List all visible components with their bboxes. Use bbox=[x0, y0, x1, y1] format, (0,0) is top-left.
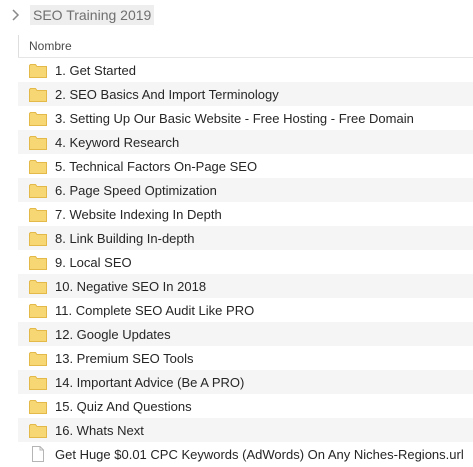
folder-icon bbox=[29, 278, 47, 294]
item-label: 7. Website Indexing In Depth bbox=[55, 206, 222, 222]
folder-row[interactable]: 7. Website Indexing In Depth bbox=[18, 202, 473, 226]
file-row[interactable]: Get Huge $0.01 CPC Keywords (AdWords) On… bbox=[18, 442, 473, 466]
item-label: 5. Technical Factors On-Page SEO bbox=[55, 158, 258, 174]
folder-row[interactable]: 15. Quiz And Questions bbox=[18, 394, 473, 418]
folder-icon bbox=[29, 182, 47, 198]
folder-icon bbox=[29, 302, 47, 318]
folder-row[interactable]: 5. Technical Factors On-Page SEO bbox=[18, 154, 473, 178]
file-list: 1. Get Started 2. SEO Basics And Import T… bbox=[18, 58, 473, 466]
folder-icon bbox=[29, 230, 47, 246]
folder-row[interactable]: 10. Negative SEO In 2018 bbox=[18, 274, 473, 298]
breadcrumb: SEO Training 2019 bbox=[0, 0, 473, 30]
folder-icon bbox=[29, 134, 47, 150]
folder-icon bbox=[29, 254, 47, 270]
folder-icon bbox=[29, 350, 47, 366]
item-label: 9. Local SEO bbox=[55, 254, 132, 270]
item-label: 15. Quiz And Questions bbox=[55, 398, 192, 414]
folder-row[interactable]: 11. Complete SEO Audit Like PRO bbox=[18, 298, 473, 322]
item-label: 2. SEO Basics And Import Terminology bbox=[55, 86, 279, 102]
item-label: 1. Get Started bbox=[55, 62, 136, 78]
folder-row[interactable]: 1. Get Started bbox=[18, 58, 473, 82]
folder-row[interactable]: 6. Page Speed Optimization bbox=[18, 178, 473, 202]
item-label: 11. Complete SEO Audit Like PRO bbox=[55, 302, 255, 318]
item-label: 10. Negative SEO In 2018 bbox=[55, 278, 207, 294]
item-label: 4. Keyword Research bbox=[55, 134, 180, 150]
folder-icon bbox=[29, 110, 47, 126]
folder-row[interactable]: 14. Important Advice (Be A PRO) bbox=[18, 370, 473, 394]
folder-row[interactable]: 3. Setting Up Our Basic Website - Free H… bbox=[18, 106, 473, 130]
chevron-right-icon[interactable] bbox=[5, 0, 25, 30]
folder-row[interactable]: 13. Premium SEO Tools bbox=[18, 346, 473, 370]
column-header-label: Nombre bbox=[29, 39, 72, 53]
folder-icon bbox=[29, 422, 47, 438]
folder-row[interactable]: 16. Whats Next bbox=[18, 418, 473, 442]
folder-icon bbox=[29, 326, 47, 342]
item-label: 3. Setting Up Our Basic Website - Free H… bbox=[55, 110, 414, 126]
item-label: 12. Google Updates bbox=[55, 326, 171, 342]
file-icon bbox=[29, 446, 47, 462]
folder-row[interactable]: 9. Local SEO bbox=[18, 250, 473, 274]
folder-icon bbox=[29, 398, 47, 414]
folder-icon bbox=[29, 206, 47, 222]
folder-row[interactable]: 4. Keyword Research bbox=[18, 130, 473, 154]
breadcrumb-current-folder[interactable]: SEO Training 2019 bbox=[30, 5, 155, 25]
folder-row[interactable]: 2. SEO Basics And Import Terminology bbox=[18, 82, 473, 106]
folder-row[interactable]: 8. Link Building In-depth bbox=[18, 226, 473, 250]
folder-icon bbox=[29, 62, 47, 78]
folder-icon bbox=[29, 86, 47, 102]
item-label: 13. Premium SEO Tools bbox=[55, 350, 194, 366]
folder-icon bbox=[29, 158, 47, 174]
item-label: 16. Whats Next bbox=[55, 422, 144, 438]
item-label: 8. Link Building In-depth bbox=[55, 230, 195, 246]
item-label: 14. Important Advice (Be A PRO) bbox=[55, 374, 245, 390]
folder-icon bbox=[29, 374, 47, 390]
item-label: Get Huge $0.01 CPC Keywords (AdWords) On… bbox=[55, 446, 464, 462]
folder-row[interactable]: 12. Google Updates bbox=[18, 322, 473, 346]
column-header-name[interactable]: Nombre bbox=[18, 35, 473, 58]
item-label: 6. Page Speed Optimization bbox=[55, 182, 217, 198]
column-divider bbox=[18, 35, 19, 57]
